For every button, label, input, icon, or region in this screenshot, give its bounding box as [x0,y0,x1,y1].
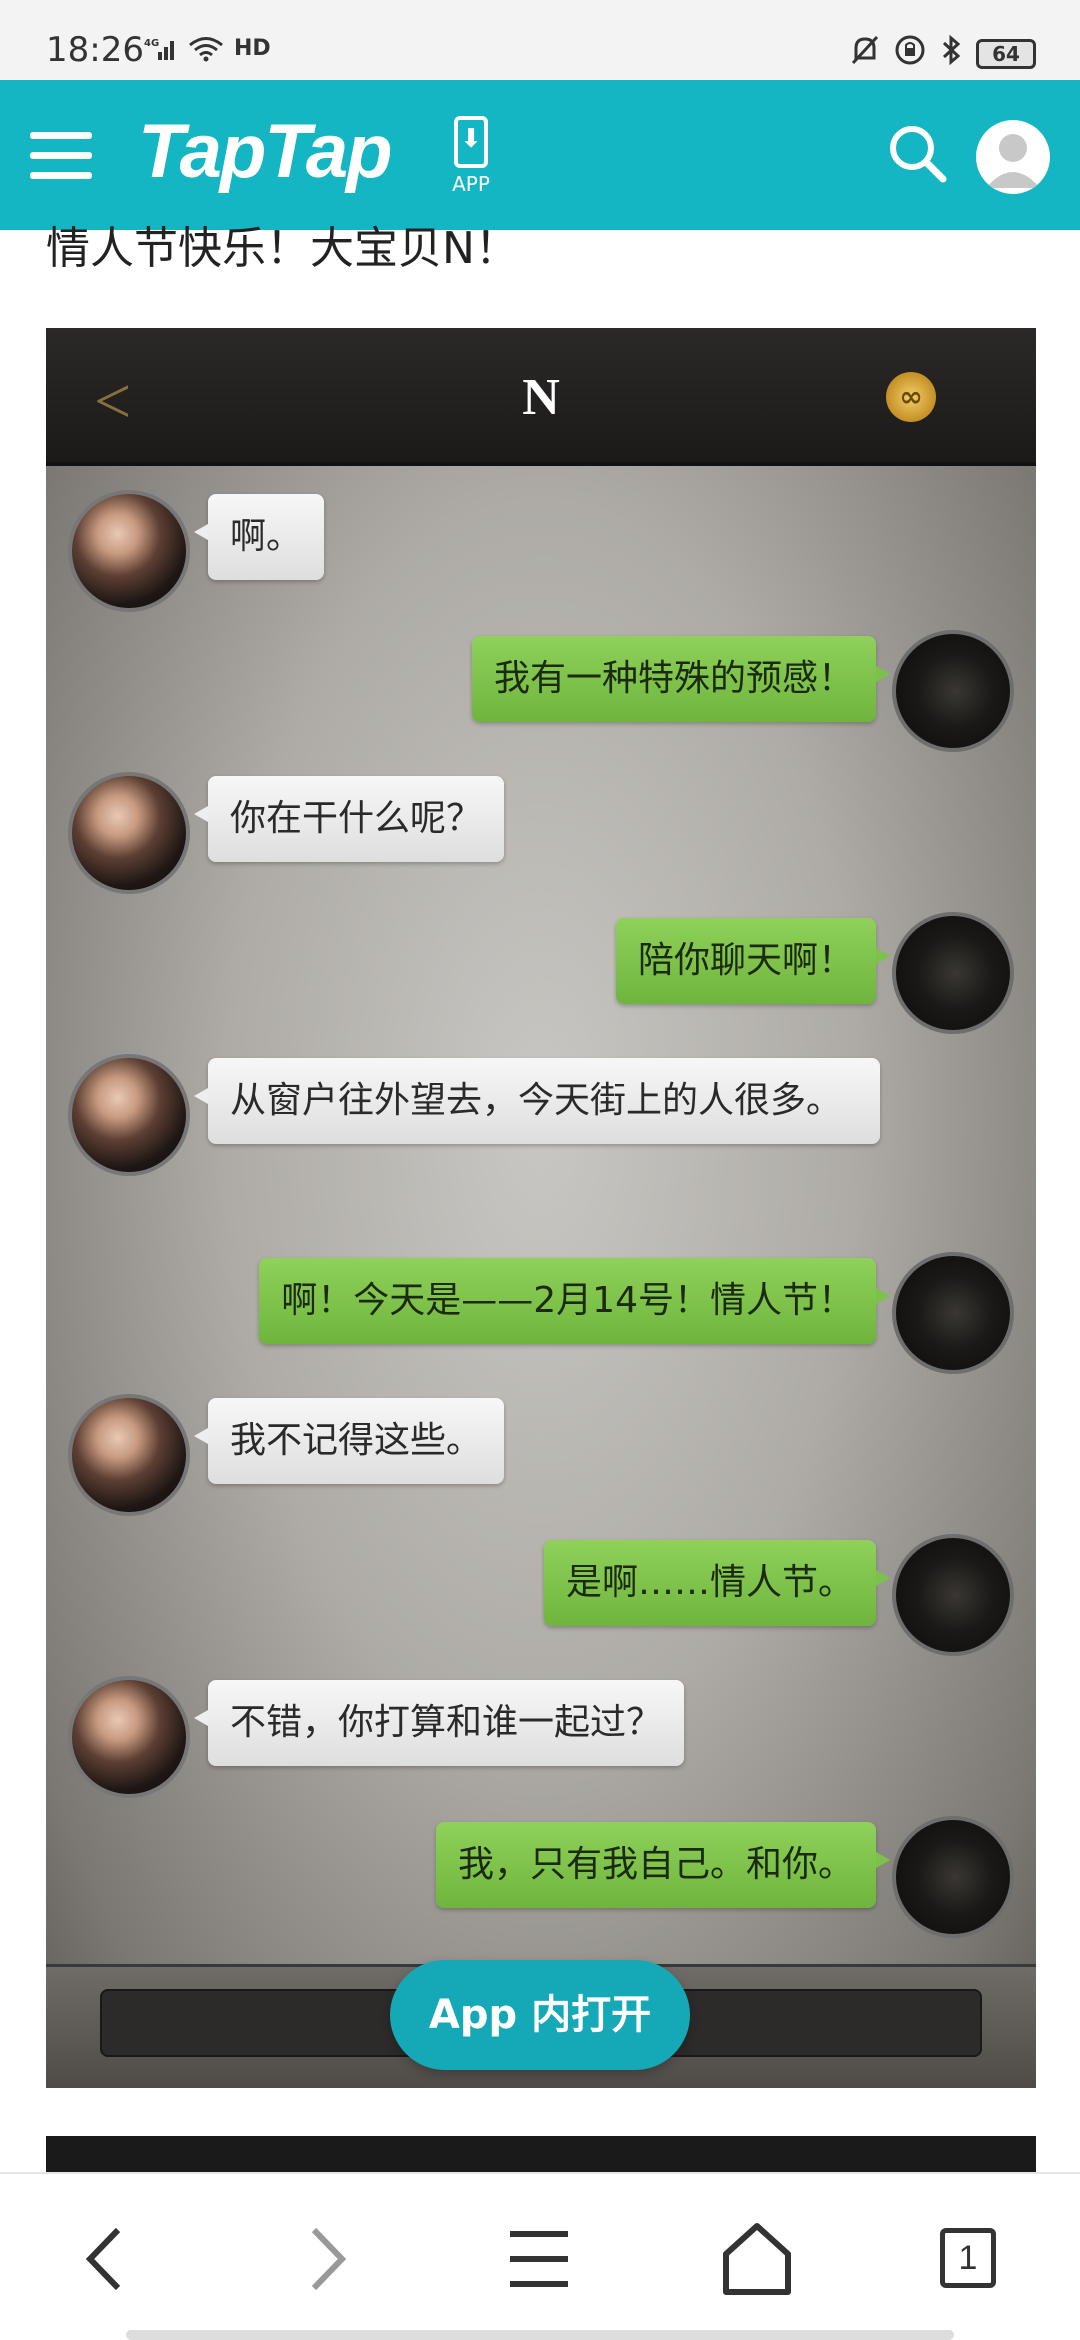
forward-icon[interactable] [280,2214,370,2304]
message-bubble-right: 陪你聊天啊！ [615,918,891,1004]
message-bubble-right: 我有一种特殊的预感！ [471,636,891,722]
search-icon[interactable] [886,122,950,186]
infinity-badge-icon: ∞ [886,372,936,422]
message-bubble-left: 从窗户往外望去，今天街上的人很多。 [194,1058,880,1144]
app-download-label: APP [452,172,490,196]
player-avatar [892,1252,1014,1374]
gesture-bar [126,2330,954,2340]
app-download-button[interactable]: APP [446,116,496,196]
n-avatar [68,1676,190,1798]
hd-icon: HD [234,36,271,61]
taptap-logo[interactable]: TapTap [138,108,393,195]
status-time: 18:26 [46,30,144,70]
player-avatar [892,1816,1014,1938]
n-avatar [68,1394,190,1516]
post-heading: 情人节快乐！大宝贝N！ [46,223,519,274]
chat-screenshot-image[interactable]: < N ∞ 啊。 我有一种特殊的预感！ 你在干什么呢？ 陪你聊天啊！ 从窗户往外… [46,328,1036,2088]
message-bubble-right: 啊！今天是——2月14号！情人节！ [259,1258,890,1344]
player-avatar [892,912,1014,1034]
status-right-icons: 64 [850,34,1036,73]
next-post-image[interactable] [46,2136,1036,2176]
svg-text:4G: 4G [144,38,159,49]
tab-count: 1 [940,2228,996,2288]
signal-icon: 4G [144,36,178,68]
user-avatar-icon[interactable] [976,120,1050,194]
player-avatar [892,1534,1014,1656]
top-bar: TapTap APP [0,80,1080,230]
message-bubble-left: 你在干什么呢？ [193,776,505,862]
status-bar: 18:26 4G HD 64 [0,0,1080,80]
status-left-icons: 4G HD [144,36,271,68]
wifi-icon [188,36,224,68]
open-in-app-button[interactable]: App 内打开 [390,1960,690,2070]
rotation-lock-icon [894,34,926,73]
download-phone-icon [454,116,488,168]
n-avatar [68,490,190,612]
hamburger-menu-icon[interactable] [30,128,92,184]
message-bubble-right: 我，只有我自己。和你。 [435,1822,891,1908]
bluetooth-icon [940,34,962,73]
message-bubble-right: 是啊……情人节。 [543,1540,891,1626]
n-avatar [68,1054,190,1176]
player-avatar [892,630,1014,752]
tabs-icon[interactable]: 1 [940,2228,1030,2318]
browser-bottom-nav: 1 [0,2172,1080,2340]
message-bubble-left: 我不记得这些。 [193,1398,505,1484]
mute-bell-icon [850,34,880,73]
message-bubble-left: 啊。 [193,494,325,580]
battery-icon: 64 [976,38,1036,69]
back-icon[interactable] [62,2214,152,2304]
home-icon[interactable] [712,2214,802,2304]
message-bubble-left: 不错，你打算和谁一起过？ [193,1680,685,1766]
chat-header: < N ∞ [46,328,1036,466]
menu-icon[interactable] [494,2214,584,2304]
n-avatar [68,772,190,894]
